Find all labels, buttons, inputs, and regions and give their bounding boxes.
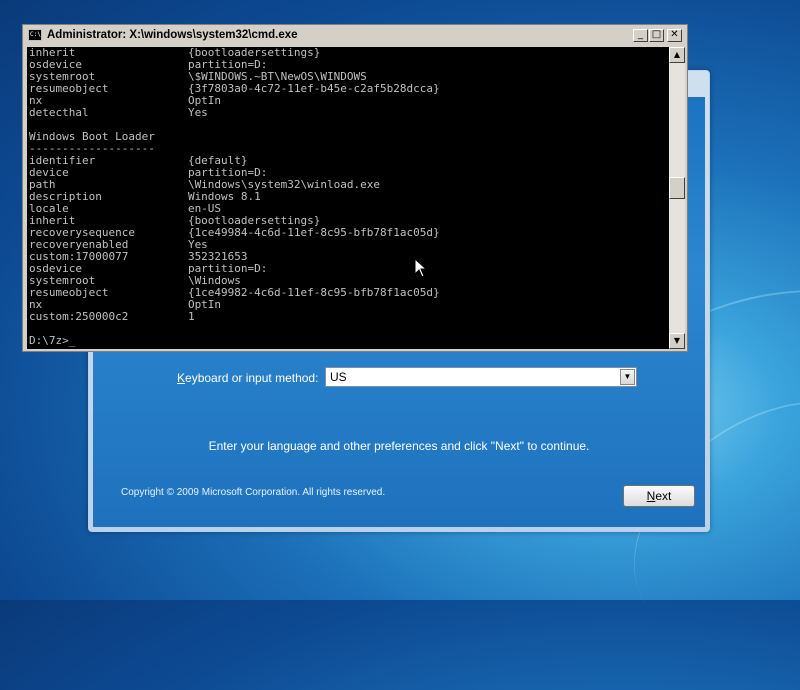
scroll-down-button[interactable]: ▼: [669, 333, 685, 349]
console-line: custom:250000c2 1: [29, 310, 195, 323]
minimize-button[interactable]: _: [633, 29, 648, 42]
copyright-text: Copyright © 2009 Microsoft Corporation. …: [121, 487, 386, 498]
close-button[interactable]: ✕: [667, 29, 682, 42]
console-output[interactable]: inherit {bootloadersettings} osdevice pa…: [27, 47, 669, 349]
console-line: detecthal Yes: [29, 106, 208, 119]
keyboard-select[interactable]: US ▼: [325, 367, 637, 387]
console-line: D:\7z>_: [29, 334, 76, 347]
maximize-button[interactable]: □: [649, 29, 664, 42]
chevron-down-icon[interactable]: ▼: [620, 369, 635, 385]
console-text: inherit {bootloadersettings} osdevice pa…: [29, 47, 440, 347]
next-button[interactable]: Next: [623, 485, 695, 507]
cmd-app-icon[interactable]: C:\: [28, 29, 42, 41]
keyboard-label: Keyboard or input method:: [177, 371, 319, 385]
scroll-up-button[interactable]: ▲: [669, 47, 685, 63]
cmd-window: C:\ Administrator: X:\windows\system32\c…: [22, 24, 688, 352]
vertical-scrollbar[interactable]: ▲ ▼: [669, 47, 685, 349]
keyboard-select-value: US: [330, 370, 347, 384]
scrollbar-thumb[interactable]: [669, 177, 685, 199]
setup-hint-text: Enter your language and other preference…: [208, 439, 590, 453]
mouse-pointer-icon: [414, 258, 428, 278]
cmd-window-title: Administrator: X:\windows\system32\cmd.e…: [47, 29, 298, 41]
cmd-title-bar[interactable]: C:\ Administrator: X:\windows\system32\c…: [25, 27, 685, 45]
